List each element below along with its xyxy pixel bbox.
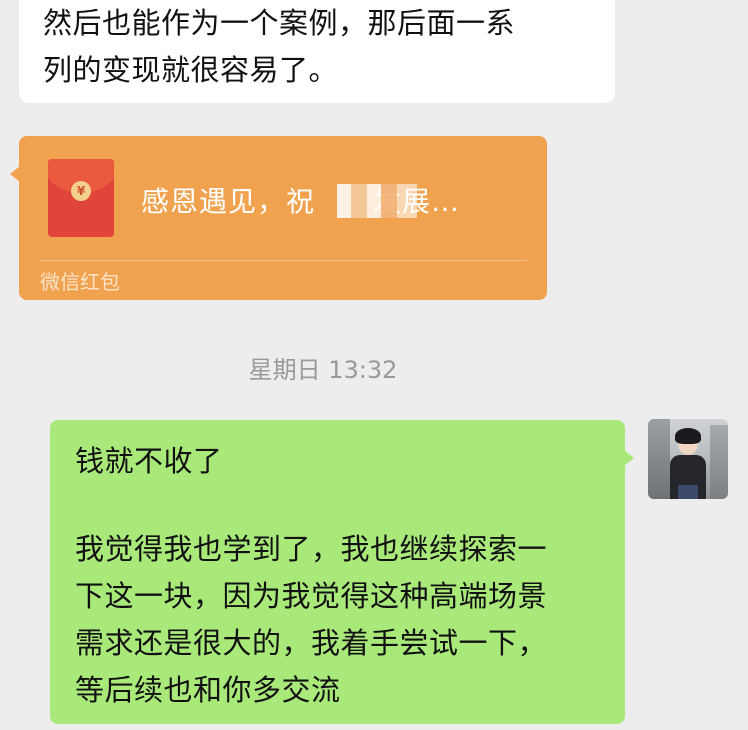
red-packet-card[interactable]: ¥ 感恩遇见，祝发展… 微信红包 bbox=[10, 136, 547, 300]
outgoing-message-line: 下这一块，因为我觉得这种高端场景 bbox=[75, 579, 548, 613]
outgoing-message-line: 钱就不收了 bbox=[75, 444, 223, 478]
user-avatar[interactable] bbox=[648, 419, 728, 499]
incoming-message-bubble[interactable]: 然后也能作为一个案例，那后面一系 列的变现就很容易了。 bbox=[19, 0, 615, 103]
outgoing-message-line: 等后续也和你多交流 bbox=[75, 673, 341, 707]
red-packet-divider bbox=[39, 260, 527, 261]
chat-view: 然后也能作为一个案例，那后面一系 列的变现就很容易了。 ¥ 感恩遇见，祝发展… … bbox=[0, 0, 748, 730]
blurred-text-mosaic bbox=[337, 184, 417, 218]
incoming-message-line-2: 列的变现就很容易了。 bbox=[43, 53, 339, 87]
outgoing-message-line: 我觉得我也学到了，我也继续探索一 bbox=[75, 532, 548, 566]
outgoing-message-line: 需求还是很大的，我着手尝试一下， bbox=[75, 626, 548, 660]
message-timestamp: 星期日 13:32 bbox=[248, 356, 398, 384]
red-envelope-icon: ¥ bbox=[48, 159, 114, 237]
outgoing-message-bubble[interactable]: 钱就不收了 我觉得我也学到了，我也继续探索一 下这一块，因为我觉得这种高端场景 … bbox=[50, 420, 634, 724]
red-packet-label: 微信红包 bbox=[40, 270, 120, 294]
incoming-message-line-1: 然后也能作为一个案例，那后面一系 bbox=[43, 6, 516, 40]
